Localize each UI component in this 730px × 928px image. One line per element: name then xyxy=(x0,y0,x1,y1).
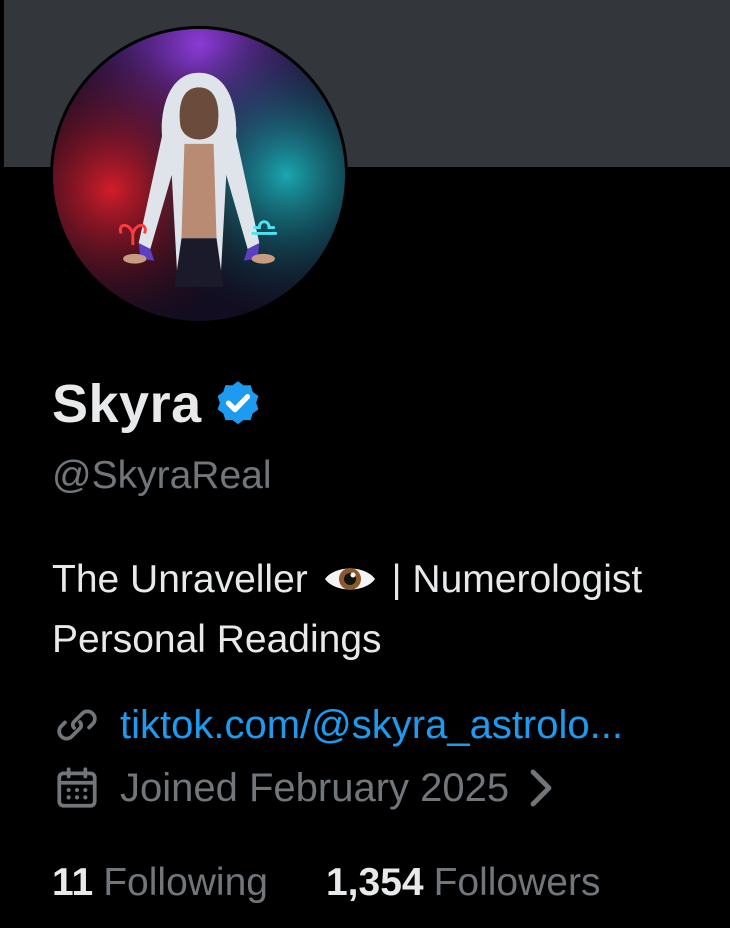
chevron-right-icon[interactable] xyxy=(527,766,555,810)
display-name: Skyra xyxy=(52,374,202,434)
profile-avatar[interactable] xyxy=(50,26,348,324)
followers-stat[interactable]: 1,354 Followers xyxy=(326,861,600,905)
following-label: Following xyxy=(103,861,268,904)
bio-text-end: | Numerologist xyxy=(391,558,643,601)
following-stat[interactable]: 11 Following xyxy=(52,861,268,905)
bio-text-start: The Unraveller xyxy=(52,558,308,601)
profile-bio: The Unraveller | Numerologist Personal R… xyxy=(52,550,642,670)
joined-date-row[interactable]: Joined February 2025 xyxy=(52,763,555,813)
calendar-icon xyxy=(57,767,97,808)
avatar-illustration xyxy=(53,29,345,321)
link-icon xyxy=(57,709,97,741)
following-count: 11 xyxy=(52,861,94,904)
bio-line-1: The Unraveller | Numerologist xyxy=(52,550,642,610)
profile-handle: @SkyraReal xyxy=(52,454,272,497)
profile-stats: 11 Following 1,354 Followers xyxy=(52,861,658,905)
eye-icon xyxy=(324,568,375,590)
name-row: Skyra xyxy=(52,373,264,435)
profile-link[interactable]: tiktok.com/@skyra_astrolo... xyxy=(52,700,623,750)
followers-count: 1,354 xyxy=(325,861,424,904)
joined-date-text: Joined February 2025 xyxy=(120,765,510,810)
verified-badge-icon[interactable] xyxy=(212,378,264,430)
profile-link-text[interactable]: tiktok.com/@skyra_astrolo... xyxy=(120,703,623,748)
followers-label: Followers xyxy=(433,861,601,904)
bio-line-2: Personal Readings xyxy=(52,618,382,661)
